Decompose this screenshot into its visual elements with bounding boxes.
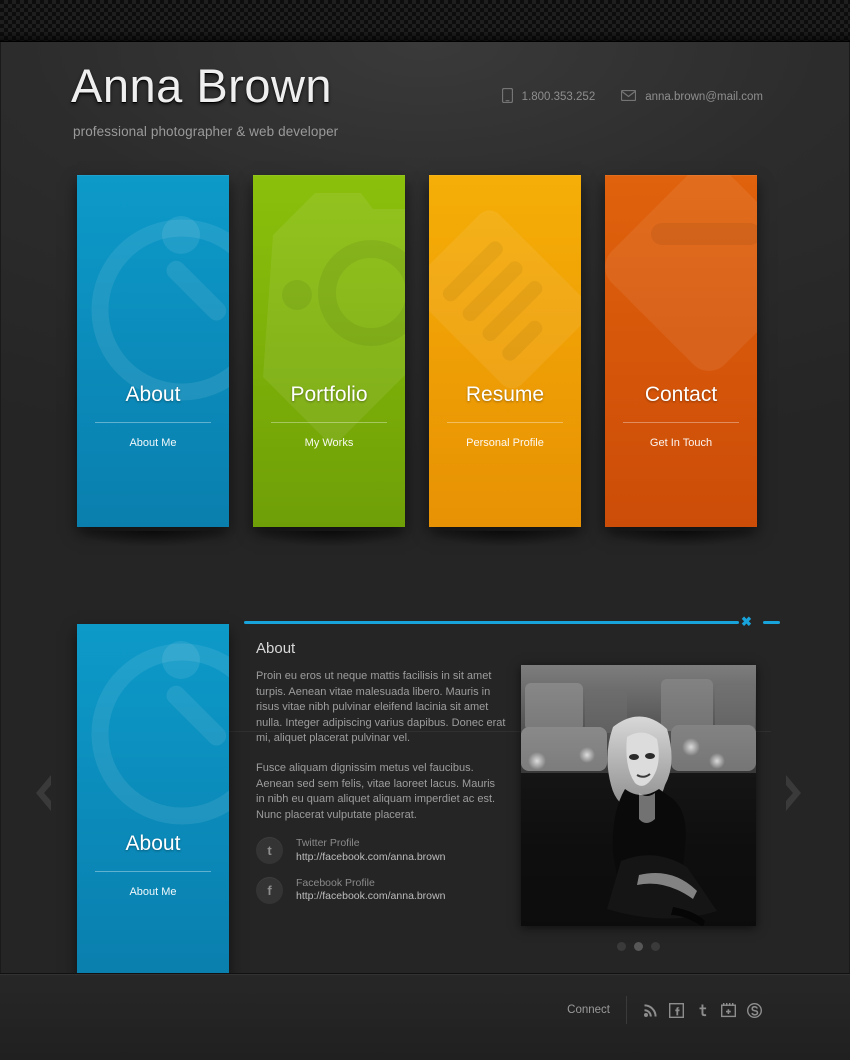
carousel-dot-3[interactable]	[651, 941, 660, 951]
panel-accent-bar: ✖	[244, 614, 780, 629]
tile-divider	[447, 422, 563, 423]
contact-strip: 1.800.353.252 anna.brown@mail.com	[501, 87, 763, 106]
close-icon[interactable]: ✖	[738, 614, 755, 630]
phone-number: 1.800.353.252	[521, 91, 596, 103]
social-title: Twitter Profile	[296, 837, 360, 850]
info-bubble-icon	[77, 624, 229, 976]
social-link-facebook[interactable]: f Facebook Profile http://facebook.com/a…	[256, 877, 506, 904]
tile-resume-sub: Personal Profile	[466, 437, 544, 449]
chevron-right-icon[interactable]	[780, 772, 806, 814]
tile-drop-shadow	[605, 531, 757, 547]
tile-drop-shadow	[429, 531, 581, 547]
top-texture-bar	[0, 0, 850, 42]
email-address: anna.brown@mail.com	[645, 91, 763, 103]
tile-portfolio[interactable]: Portfolio My Works	[253, 175, 405, 527]
preview-tile-label: About	[125, 832, 181, 855]
twitter-icon[interactable]	[695, 1003, 710, 1018]
tile-resume-label: Resume	[465, 383, 545, 406]
connect-label: Connect	[567, 1004, 610, 1016]
panel-accent-line	[244, 621, 739, 624]
profile-photo	[521, 665, 756, 926]
article-heading: About	[256, 640, 296, 657]
tile-divider	[623, 422, 739, 423]
tile-drop-shadow	[77, 531, 229, 547]
tile-divider	[95, 871, 211, 872]
document-list-icon	[429, 175, 581, 527]
tile-portfolio-label: Portfolio	[290, 383, 368, 406]
tile-resume[interactable]: Resume Personal Profile	[429, 175, 581, 527]
email-contact[interactable]: anna.brown@mail.com	[621, 89, 763, 104]
site-header: Anna Brown professional photographer & w…	[1, 42, 849, 152]
tile-about-sub: About Me	[129, 437, 177, 449]
article-paragraph-2: Fusce aliquam dignissim metus vel faucib…	[256, 761, 496, 821]
site-tagline: professional photographer & web develope…	[73, 124, 339, 139]
social-url[interactable]: http://facebook.com/anna.brown	[296, 890, 445, 904]
social-url[interactable]: http://facebook.com/anna.brown	[296, 851, 445, 865]
tile-contact[interactable]: Contact Get In Touch	[605, 175, 757, 527]
google-plus-icon[interactable]	[720, 1002, 737, 1018]
tile-contact-label: Contact	[644, 383, 718, 406]
article-paragraph-1: Proin eu eros ut neque mattis facilisis …	[256, 670, 506, 745]
camera-icon	[253, 175, 405, 527]
info-bubble-icon	[77, 175, 229, 527]
social-title: Facebook Profile	[296, 876, 375, 889]
connect-group: Connect	[567, 996, 763, 1024]
tile-about-label: About	[125, 383, 181, 406]
skype-icon[interactable]	[746, 1002, 763, 1018]
about-article: About Proin eu eros ut neque mattis faci…	[256, 640, 506, 904]
rss-icon[interactable]	[643, 1003, 658, 1018]
page-title: Anna Brown	[71, 59, 333, 112]
carousel-dot-2[interactable]	[634, 941, 643, 951]
tile-divider	[95, 422, 211, 423]
preview-tile-sub: About Me	[129, 886, 177, 898]
social-text: Twitter Profile http://facebook.com/anna…	[296, 837, 445, 864]
footer-divider	[626, 996, 627, 1024]
carousel-dots	[521, 940, 756, 952]
tile-about[interactable]: About About Me	[77, 175, 229, 527]
tile-contact-sub: Get In Touch	[649, 437, 713, 449]
page-container: Anna Brown professional photographer & w…	[0, 42, 850, 992]
phone-contact[interactable]: 1.800.353.252	[501, 87, 596, 106]
tile-drop-shadow	[253, 531, 405, 547]
facebook-icon: f	[256, 876, 283, 904]
preview-tile-about[interactable]: About About Me	[77, 624, 229, 976]
footer-social-icons	[643, 1002, 763, 1018]
site-footer: Connect	[0, 973, 850, 1060]
chevron-left-icon[interactable]	[31, 772, 57, 814]
tile-divider	[271, 422, 387, 423]
carousel-dot-1[interactable]	[617, 941, 626, 951]
tile-portfolio-sub: My Works	[304, 437, 354, 449]
panel-accent-line-end	[763, 621, 780, 624]
social-text: Facebook Profile http://facebook.com/ann…	[296, 877, 445, 904]
twitter-icon: t	[256, 837, 283, 865]
facebook-icon[interactable]	[668, 1002, 685, 1018]
envelope-icon	[621, 89, 637, 104]
nav-tiles: About About Me Portfolio My Works Resume…	[1, 175, 849, 732]
social-link-twitter[interactable]: t Twitter Profile http://facebook.com/an…	[256, 837, 506, 865]
phone-icon	[501, 87, 513, 106]
envelope-icon	[605, 175, 757, 527]
